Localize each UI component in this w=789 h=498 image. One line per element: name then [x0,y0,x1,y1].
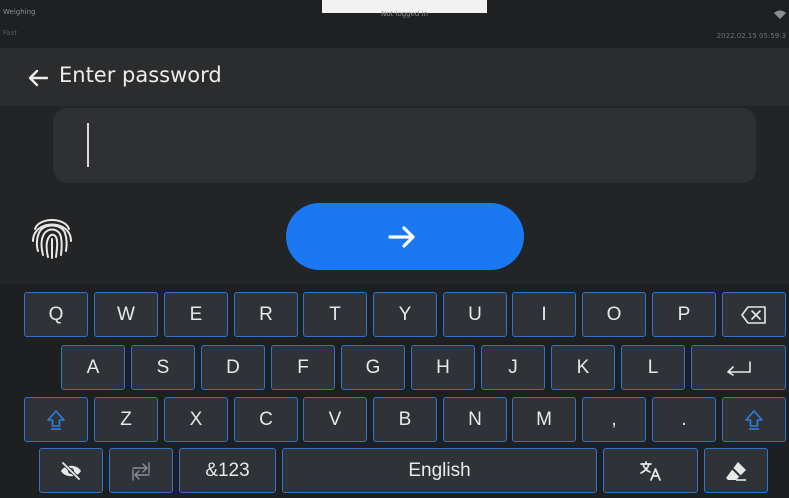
key-y[interactable]: Y [373,292,437,337]
signal-icon [774,10,786,19]
swap-icon [132,461,150,481]
key-w[interactable]: W [94,292,158,337]
key-j[interactable]: J [481,345,545,390]
mode-label: Weighing [3,8,36,16]
key-x[interactable]: X [164,397,228,442]
status-bar: Weighing Fast Not logged in 2022.02.15 0… [0,0,789,48]
key-k[interactable]: K [551,345,615,390]
shift-icon [47,409,65,430]
key-u[interactable]: U [443,292,507,337]
datetime: 2022.02.15 05:59:3 [716,32,786,40]
key-o[interactable]: O [582,292,646,337]
enter-icon [726,360,751,376]
fingerprint-icon [32,219,72,259]
back-button[interactable] [26,66,50,90]
key-t[interactable]: T [303,292,367,337]
key-d[interactable]: D [201,345,265,390]
clear-key[interactable] [704,448,768,493]
key-g[interactable]: G [341,345,405,390]
key-n[interactable]: N [443,397,507,442]
key-i[interactable]: I [512,292,576,337]
eraser-icon [726,461,746,481]
switch-keyboard-key[interactable] [109,448,173,493]
key-q[interactable]: Q [24,292,88,337]
login-status: Not logged in [381,10,428,18]
key-f[interactable]: F [271,345,335,390]
arrow-left-icon [28,69,49,87]
key-v[interactable]: V [303,397,367,442]
shift-icon [745,409,763,430]
text-caret [87,123,89,167]
password-input[interactable] [53,108,756,183]
key-r[interactable]: R [234,292,298,337]
key-e[interactable]: E [164,292,228,337]
translate-icon [639,460,661,481]
key-b[interactable]: B [373,397,437,442]
fingerprint-button[interactable] [29,211,75,259]
hide-password-key[interactable] [39,448,103,493]
key-m[interactable]: M [512,397,576,442]
arrow-right-icon [388,226,415,248]
symbols-key[interactable]: &123 [179,448,276,493]
enter-key[interactable] [691,345,786,390]
sub-mode-label: Fast [3,29,18,37]
space-key[interactable]: English [282,448,597,493]
eye-off-icon [61,461,81,480]
key-h[interactable]: H [411,345,475,390]
key-c[interactable]: C [234,397,298,442]
page-title: Enter password [59,63,222,87]
key-p[interactable]: P [652,292,716,337]
language-key[interactable] [603,448,698,493]
key-l[interactable]: L [621,345,685,390]
key-z[interactable]: Z [94,397,158,442]
backspace-key[interactable] [722,292,786,337]
key-a[interactable]: A [61,345,125,390]
backspace-icon [741,305,766,324]
key-comma[interactable]: , [582,397,646,442]
shift-key-left[interactable] [24,397,88,442]
key-s[interactable]: S [131,345,195,390]
on-screen-keyboard: Q W E R T Y U I O P A S D F G H J K L Z … [0,284,789,498]
submit-button[interactable] [286,203,524,270]
shift-key-right[interactable] [722,397,786,442]
key-period[interactable]: . [652,397,716,442]
